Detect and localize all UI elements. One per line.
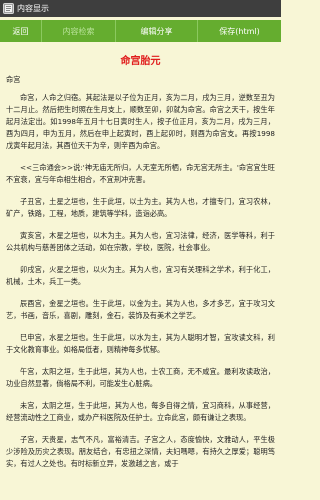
paragraph: 命宫，人命之归宿。其起法是以子位为正月，亥为二月，戌为三月，逆数至丑为十二月止。…	[6, 93, 275, 150]
search-button[interactable]: 内容检索	[42, 20, 116, 42]
paragraph: 寅亥宫，木星之垣也，以木为主。其为人也，宜习法律，经济，医学等科，利于公共机构与…	[6, 231, 275, 252]
article-title: 命宫胎元	[120, 56, 161, 67]
paragraph: 卯戌宫，火星之垣也，以火为主。其为人也，宜习有关理科之学术，利于化工，机械，土木…	[6, 265, 275, 286]
paragraph: 子宫，天贵星，志气不凡，富裕清吉。子宫之人，态度愉快，文雅动人，平生极少涉险及历…	[6, 435, 275, 468]
paragraph: 辰酉宫，金星之垣也。生于此垣，以金为主。其为人也，多才多艺，宜于攻习文艺，书画，…	[6, 299, 275, 320]
paragraph: 未宫，太阴之垣，生于此垣，其为人也，每多自得之情，宜习商科，从事经营，经营流动性…	[6, 401, 275, 422]
paragraph: <<三命通会>>说:'神无庙无所归，人无室无所栖，命无宫无所主。'命宫宜生旺不宜…	[6, 163, 275, 184]
back-button[interactable]: 返回	[0, 20, 42, 42]
title-bar: 内容显示	[0, 0, 281, 17]
app-icon	[3, 3, 14, 14]
paragraph: 巳申宫，水星之垣也。生于此垣，以水为主，其为人聪明才智，宜攻读文科，利于文化教育…	[6, 333, 275, 354]
paragraph: 午宫，太阳之垣，生于此垣，其为人也，士农工商，无不咸宜。最利攻读政治，功业自然显…	[6, 367, 275, 388]
paragraph: 子丑宫，土星之垣也，生于此垣，以土为主。其为人也，才擅专门，宜习农林，矿产，铁路…	[6, 197, 275, 218]
toolbar: 返回 内容检索 编辑分享 保存(html)	[0, 20, 281, 42]
article-content[interactable]: 命宫胎元 命宫 命宫，人命之归宿。其起法是以子位为正月，亥为二月，戌为三月，逆数…	[0, 46, 281, 500]
article-subtitle: 命宫	[6, 75, 21, 84]
save-html-button[interactable]: 保存(html)	[198, 20, 281, 42]
window-title: 内容显示	[17, 4, 49, 13]
edit-share-button[interactable]: 编辑分享	[116, 20, 198, 42]
